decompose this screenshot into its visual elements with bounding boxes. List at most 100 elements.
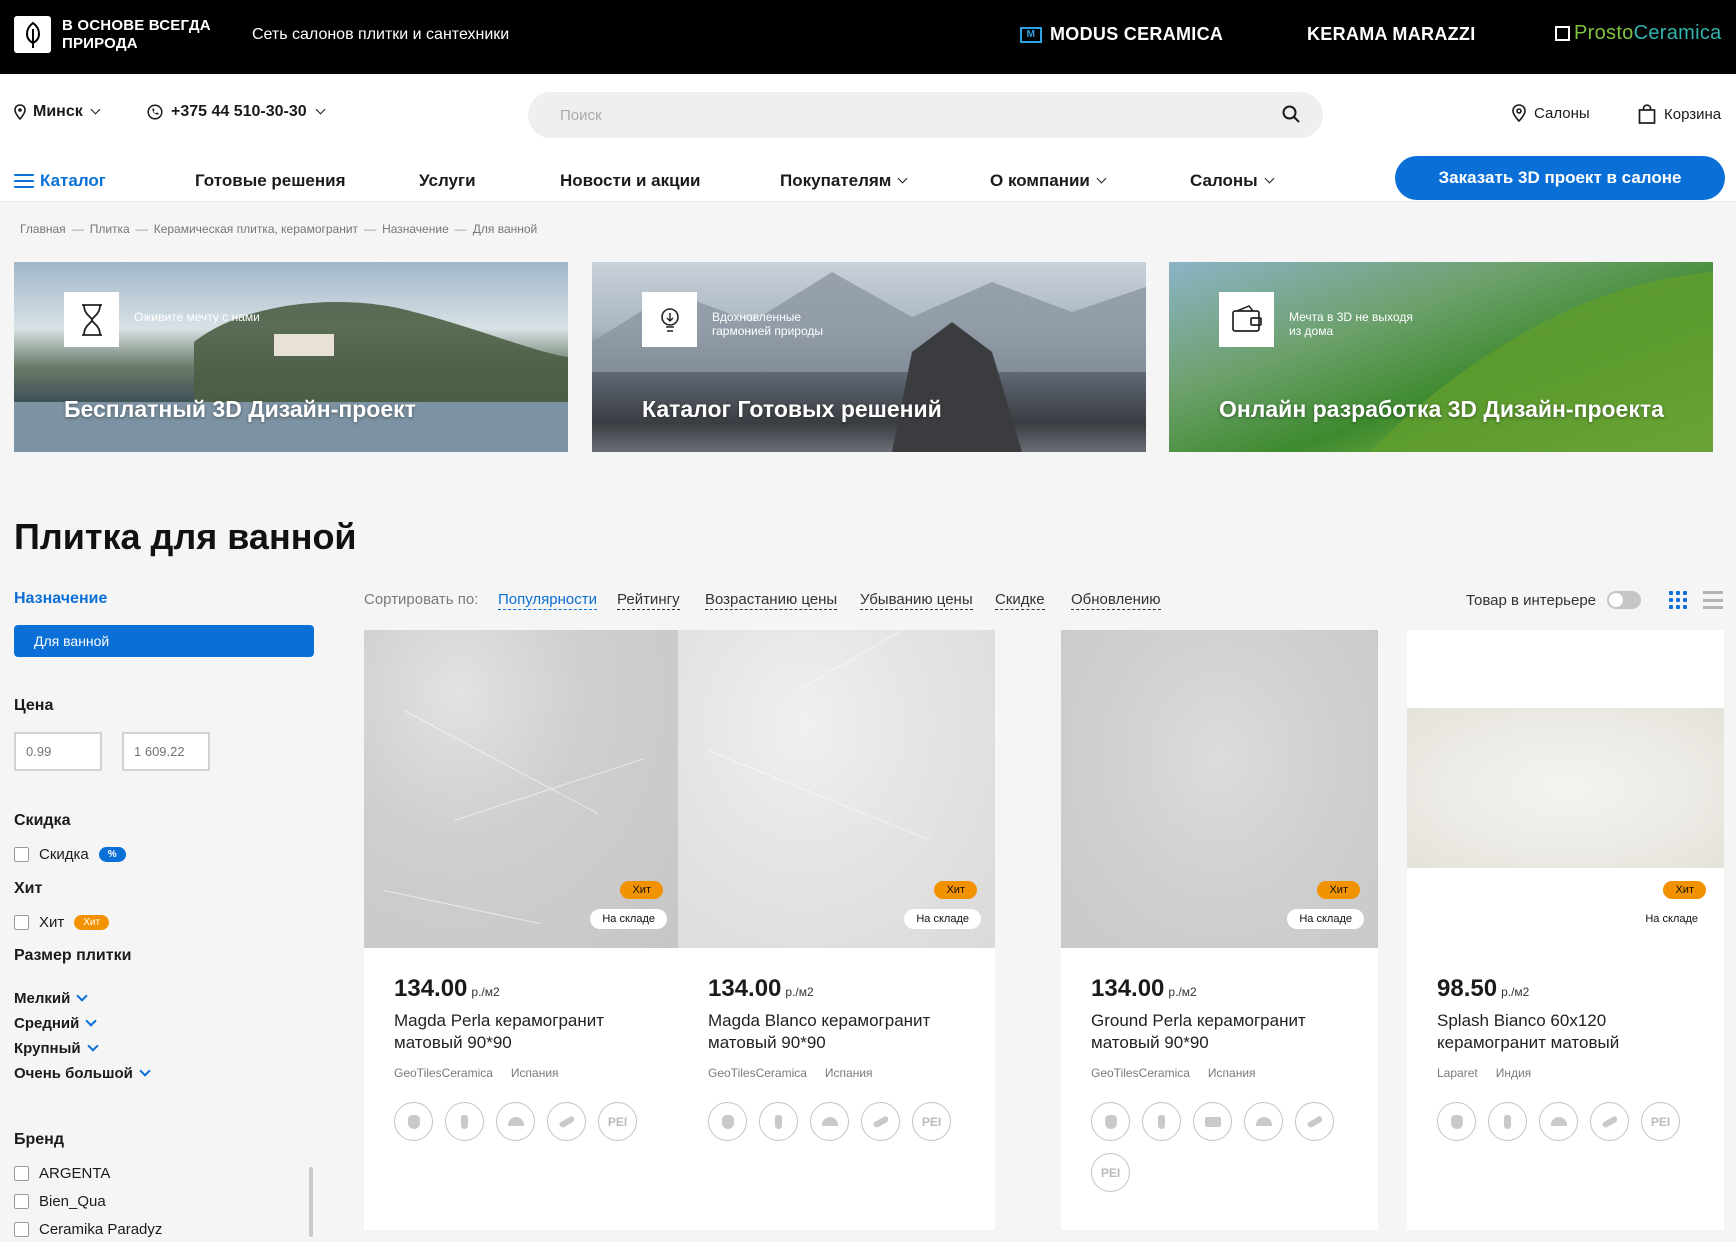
product-name[interactable]: Magda Blanco керамогранит матовый 90*90 — [708, 1010, 978, 1054]
filter-size-large[interactable]: Крупный — [14, 1039, 99, 1057]
breadcrumb-ceramic[interactable]: Керамическая плитка, керамогранит — [154, 222, 358, 236]
slip-resistance-icon — [861, 1102, 900, 1141]
nav-about[interactable]: О компании — [990, 171, 1107, 191]
product-price: 98.50 р./м2 — [1437, 975, 1529, 1003]
logo-icon[interactable] — [14, 16, 51, 53]
filter-brand-label: Ceramika Paradyz — [39, 1221, 163, 1238]
hourglass-icon — [64, 292, 119, 347]
brand-prosto-ceramica[interactable]: Prosto Ceramica — [1555, 22, 1722, 45]
product-card[interactable]: Хит На складе 134.00 р./м2 Magda Blanco к… — [678, 615, 995, 1230]
brand-kerama-marazzi[interactable]: KERAMA MARAZZI — [1307, 24, 1476, 45]
nav-services[interactable]: Услуги — [419, 171, 476, 191]
product-properties: PEI — [708, 1102, 978, 1141]
list-view-icon[interactable] — [1703, 591, 1723, 609]
checkbox[interactable] — [14, 847, 29, 862]
chevron-down-icon — [897, 173, 908, 183]
breadcrumb-tiles[interactable]: Плитка — [90, 222, 130, 236]
filter-discount-option[interactable]: Скидка % — [14, 846, 126, 863]
interior-toggle[interactable] — [1607, 591, 1641, 609]
breadcrumb-home[interactable]: Главная — [20, 222, 66, 236]
cart-link[interactable]: Корзина — [1638, 104, 1721, 124]
filter-size-medium[interactable]: Средний — [14, 1014, 98, 1032]
sort-popularity[interactable]: Популярности — [498, 591, 598, 610]
filter-price-title: Цена — [14, 697, 54, 714]
prosto-logo-icon — [1555, 26, 1570, 41]
filter-brand-option[interactable]: Bien_Qua — [14, 1193, 106, 1210]
product-image[interactable] — [1407, 630, 1724, 948]
breadcrumb-separator: — — [135, 222, 148, 236]
product-name[interactable]: Ground Perla керамогранит матовый 90*90 — [1091, 1010, 1361, 1054]
search-icon[interactable] — [1281, 104, 1301, 124]
nav-salons-label: Салоны — [1190, 171, 1258, 190]
price-value: 134.00 — [394, 975, 468, 1002]
product-image[interactable] — [1061, 630, 1378, 948]
price-unit: р./м2 — [471, 985, 500, 999]
breadcrumb-purpose[interactable]: Назначение — [382, 222, 449, 236]
sort-price-desc[interactable]: Убыванию цены — [860, 591, 973, 610]
nav-ready-solutions[interactable]: Готовые решения — [195, 171, 346, 191]
filter-brand-label: ARGENTA — [39, 1165, 111, 1182]
sort-price-asc[interactable]: Возрастанию цены — [705, 591, 838, 610]
city-selector[interactable]: Минск — [14, 103, 101, 121]
brand-prosto-label-a: Prosto — [1574, 22, 1634, 44]
brand-modus-ceramica[interactable]: M MODUS CERAMICA — [1020, 24, 1223, 45]
banner-title: Каталог Готовых решений — [642, 396, 942, 422]
filter-size-extra-large[interactable]: Очень большой — [14, 1064, 151, 1082]
in-stock-badge: На складе — [1287, 909, 1364, 929]
filter-purpose-title[interactable]: Назначение — [14, 590, 107, 608]
salons-link[interactable]: Салоны — [1512, 104, 1590, 122]
phone-selector[interactable]: +375 44 510-30-30 — [147, 103, 326, 121]
price-max-input[interactable] — [122, 732, 210, 771]
price-min-input[interactable] — [14, 732, 102, 771]
top-bar: В ОСНОВЕ ВСЕГДА ПРИРОДА Сеть салонов пли… — [0, 0, 1736, 74]
nav-buyers[interactable]: Покупателям — [780, 171, 908, 191]
checkbox[interactable] — [14, 1222, 29, 1237]
nav-salons[interactable]: Салоны — [1190, 171, 1275, 191]
wallet-icon — [1219, 292, 1274, 347]
search-box — [528, 92, 1323, 138]
nav-buyers-label: Покупателям — [780, 171, 892, 190]
cart-icon — [1638, 104, 1656, 124]
nav-news[interactable]: Новости и акции — [560, 171, 701, 191]
logo-text[interactable]: В ОСНОВЕ ВСЕГДА ПРИРОДА — [62, 17, 222, 53]
location-pin-icon — [14, 104, 26, 120]
banner-subtitle: Оживите мечту с нами — [134, 310, 260, 324]
price-unit: р./м2 — [1168, 985, 1197, 999]
checkbox[interactable] — [14, 915, 29, 930]
product-card[interactable]: Хит На складе 134.00 р./м2 Magda Perla ке… — [364, 630, 681, 1230]
page-title: Плитка для ванной — [14, 516, 357, 557]
product-card[interactable]: Хит На складе 134.00 р./м2 Ground Perla к… — [1061, 630, 1378, 1230]
banner-online-3d-design[interactable]: Мечта в 3D не выходя из дома Онлайн разр… — [1169, 262, 1713, 452]
breadcrumb-separator: — — [364, 222, 377, 236]
filter-purpose-bathroom[interactable]: Для ванной — [14, 625, 314, 657]
wear-resistance-icon — [810, 1102, 849, 1141]
grid-view-icon[interactable] — [1669, 591, 1687, 609]
checkbox[interactable] — [14, 1166, 29, 1181]
interior-toggle-label: Товар в интерьере — [1466, 592, 1597, 609]
product-image[interactable] — [678, 615, 995, 948]
product-name[interactable]: Splash Bianco 60x120 керамогранит матовы… — [1437, 1010, 1707, 1054]
sort-discount[interactable]: Скидке — [995, 591, 1045, 610]
price-value: 134.00 — [1091, 975, 1165, 1002]
sort-rating[interactable]: Рейтингу — [617, 591, 680, 610]
product-image[interactable] — [364, 630, 681, 948]
modus-logo-icon: M — [1020, 26, 1042, 43]
nav-catalog[interactable]: Каталог — [14, 171, 106, 191]
filter-hit-option[interactable]: Хит Хит — [14, 914, 110, 931]
hand-icon — [394, 1102, 433, 1141]
sort-updated[interactable]: Обновлению — [1071, 591, 1161, 610]
in-stock-badge: На складе — [904, 909, 981, 929]
in-stock-badge: На складе — [590, 909, 667, 929]
product-meta: Laparet Индия — [1437, 1066, 1531, 1080]
search-input[interactable] — [528, 92, 1323, 138]
banner-ready-solutions[interactable]: Вдохновленные гармонией природы Каталог … — [592, 262, 1146, 452]
sidebar-scrollbar[interactable] — [309, 1167, 313, 1237]
banner-free-3d-design[interactable]: Оживите мечту с нами Бесплатный 3D Дизай… — [14, 262, 568, 452]
product-name[interactable]: Magda Perla керамогранит матовый 90*90 — [394, 1010, 664, 1054]
product-card[interactable]: Хит На складе 98.50 р./м2 Splash Bianco 6… — [1407, 630, 1724, 1230]
checkbox[interactable] — [14, 1194, 29, 1209]
filter-brand-option[interactable]: Ceramika Paradyz — [14, 1221, 162, 1238]
filter-size-small[interactable]: Мелкий — [14, 989, 88, 1007]
order-3d-project-button[interactable]: Заказать 3D проект в салоне — [1395, 156, 1725, 200]
filter-brand-option[interactable]: ARGENTA — [14, 1165, 110, 1182]
